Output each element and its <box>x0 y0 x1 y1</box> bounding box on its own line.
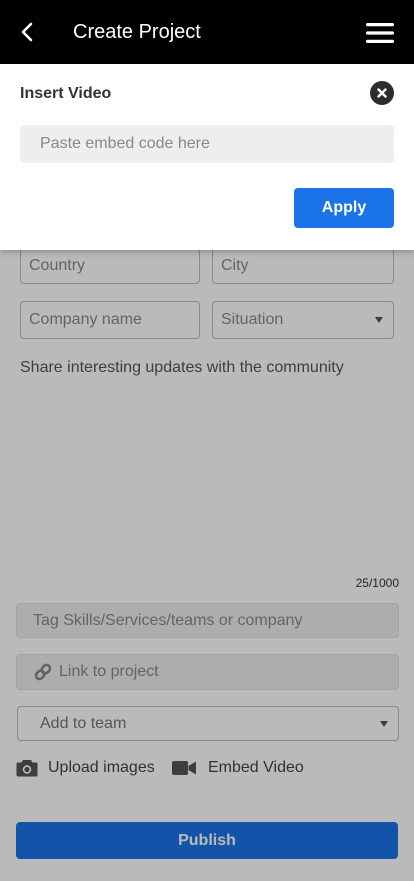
back-arrow-icon[interactable] <box>16 20 40 44</box>
close-icon <box>377 88 387 98</box>
page-title: Create Project <box>73 21 201 43</box>
app-header: Create Project <box>0 0 414 64</box>
hamburger-menu-icon[interactable] <box>366 22 394 44</box>
apply-button[interactable]: Apply <box>294 188 394 228</box>
insert-video-modal: Insert Video Apply <box>0 64 414 250</box>
embed-code-input[interactable] <box>20 125 394 163</box>
modal-title: Insert Video <box>20 85 112 102</box>
close-button[interactable] <box>370 81 394 105</box>
